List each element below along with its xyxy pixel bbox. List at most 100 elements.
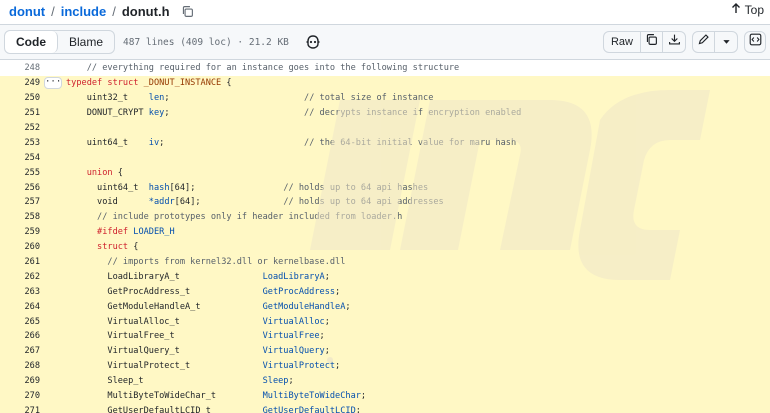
line-options-button[interactable]: ··· <box>44 77 62 90</box>
line-number[interactable]: 269 <box>0 376 40 386</box>
pencil-icon <box>697 33 710 51</box>
code-line: 265 VirtualAlloc_t VirtualAlloc; <box>0 314 770 330</box>
code-token: ; <box>360 391 367 402</box>
code-line: 264 GetModuleHandleA_t GetModuleHandleA; <box>0 299 770 315</box>
code-line: 250 uint32_t len; // total size of insta… <box>0 90 770 106</box>
line-number[interactable]: 249 <box>0 78 40 88</box>
line-number[interactable]: 258 <box>0 212 40 222</box>
symbols-panel-button[interactable] <box>744 31 766 53</box>
line-number[interactable]: 267 <box>0 346 40 356</box>
raw-button[interactable]: Raw <box>604 32 641 52</box>
more-edit-options-button[interactable] <box>715 32 737 52</box>
copy-raw-button[interactable] <box>641 32 663 52</box>
code-token: GetModuleHandleA_t <box>66 301 263 312</box>
copy-icon <box>645 33 658 51</box>
tab-code[interactable]: Code <box>5 31 58 53</box>
line-number[interactable]: 265 <box>0 317 40 327</box>
code-text: // include prototypes only if header inc… <box>66 212 402 222</box>
code-line: 256 uint64_t hash[64]; // holds up to 64… <box>0 180 770 196</box>
top-link[interactable]: Top <box>731 3 764 17</box>
code-token: iv <box>148 137 160 148</box>
code-line: 268 VirtualProtect_t VirtualProtect; <box>0 358 770 374</box>
line-number[interactable]: 270 <box>0 391 40 401</box>
code-token: typedef struct <box>66 78 144 89</box>
code-token: void <box>66 197 149 208</box>
code-text: MultiByteToWideChar_t MultiByteToWideCha… <box>66 391 366 401</box>
copy-icon[interactable] <box>180 3 196 19</box>
file-actions: Raw <box>602 31 766 53</box>
code-line: 257 void *addr[64]; // holds up to 64 ap… <box>0 195 770 210</box>
code-line: 263 GetProcAddress_t GetProcAddress; <box>0 284 770 300</box>
code-line: 271 GetUserDefaultLCID_t GetUserDefaultL… <box>0 403 770 413</box>
code-token: // total size of instance <box>304 93 434 104</box>
code-line: 267 VirtualQuery_t VirtualQuery; <box>0 343 770 359</box>
code-token: ; <box>164 93 305 104</box>
breadcrumb-current-file: donut.h <box>121 3 170 19</box>
line-number[interactable]: 253 <box>0 138 40 148</box>
code-text: LoadLibraryA_t LoadLibraryA; <box>66 272 330 282</box>
code-token: // the 64-bit initial value for maru has… <box>304 137 517 148</box>
line-number[interactable]: 268 <box>0 361 40 371</box>
code-token: GetProcAddress_t <box>66 286 263 297</box>
line-number[interactable]: 254 <box>0 153 40 163</box>
code-token: VirtualFree <box>262 331 320 342</box>
line-number[interactable]: 264 <box>0 302 40 312</box>
line-number[interactable]: 271 <box>0 406 40 413</box>
line-number[interactable]: 252 <box>0 123 40 133</box>
line-number[interactable]: 261 <box>0 257 40 267</box>
breadcrumb-separator: / <box>51 3 55 19</box>
code-token: ; <box>335 286 341 297</box>
line-number[interactable]: 257 <box>0 197 40 207</box>
line-number[interactable]: 256 <box>0 183 40 193</box>
line-number[interactable]: 262 <box>0 272 40 282</box>
triangle-down-icon <box>722 33 731 51</box>
top-link-label: Top <box>744 3 764 17</box>
breadcrumb: donut / include / donut.h <box>0 0 770 22</box>
code-text: // everything required for an instance g… <box>66 63 460 73</box>
code-token: uint32_t <box>66 93 149 104</box>
view-toggle: Code Blame <box>4 30 116 54</box>
code-text: GetModuleHandleA_t GetModuleHandleA; <box>66 301 350 312</box>
code-token: uint64_t <box>66 182 149 193</box>
code-token: Sleep <box>262 376 289 387</box>
line-number[interactable]: 266 <box>0 331 40 341</box>
code-text: void *addr[64]; // holds up to 64 api ad… <box>66 197 444 207</box>
breadcrumb-folder-link[interactable]: include <box>61 4 107 19</box>
line-number[interactable]: 251 <box>0 108 40 118</box>
code-text: DONUT_CRYPT key; // decrypts instance if… <box>66 108 522 119</box>
code-token: hash <box>148 182 170 193</box>
code-token: { <box>112 167 123 178</box>
code-token: // decrypts instance if encryption enabl… <box>304 108 522 119</box>
arrow-up-icon <box>731 3 741 17</box>
download-button[interactable] <box>663 32 685 52</box>
code-token: *addr <box>148 197 175 208</box>
line-number[interactable]: 250 <box>0 93 40 103</box>
edit-actions <box>692 31 738 53</box>
line-number[interactable]: 263 <box>0 287 40 297</box>
code-text: uint64_t hash[64]; // holds up to 64 api… <box>66 183 428 193</box>
line-number[interactable]: 260 <box>0 242 40 252</box>
code-text: VirtualFree_t VirtualFree; <box>66 331 325 342</box>
line-number[interactable]: 259 <box>0 227 40 237</box>
code-text: Sleep_t Sleep; <box>66 376 293 387</box>
code-line: 252 <box>0 120 770 136</box>
code-square-icon <box>749 33 762 51</box>
tab-blame[interactable]: Blame <box>58 31 114 53</box>
code-token: // imports from kernel32.dll or kernelba… <box>66 257 346 268</box>
code-text: #ifdef LOADER_H <box>66 227 175 237</box>
code-token: GetProcAddress <box>262 286 336 297</box>
breadcrumb-repo-link[interactable]: donut <box>9 4 45 19</box>
breadcrumb-separator: / <box>112 3 116 19</box>
code-token: VirtualQuery <box>262 346 325 357</box>
code-token: DONUT_CRYPT <box>66 108 149 119</box>
code-text: uint64_t iv; // the 64-bit initial value… <box>66 138 516 148</box>
code-token: ; <box>319 331 325 342</box>
edit-button[interactable] <box>693 32 715 52</box>
code-token: GetUserDefaultLCID <box>262 405 356 413</box>
code-line: 266 VirtualFree_t VirtualFree; <box>0 329 770 344</box>
line-number[interactable]: 255 <box>0 168 40 178</box>
line-number[interactable]: 248 <box>0 63 40 73</box>
copilot-icon[interactable] <box>305 34 321 50</box>
code-token: VirtualProtect <box>262 361 336 372</box>
code-line: 251 DONUT_CRYPT key; // decrypts instanc… <box>0 105 770 121</box>
